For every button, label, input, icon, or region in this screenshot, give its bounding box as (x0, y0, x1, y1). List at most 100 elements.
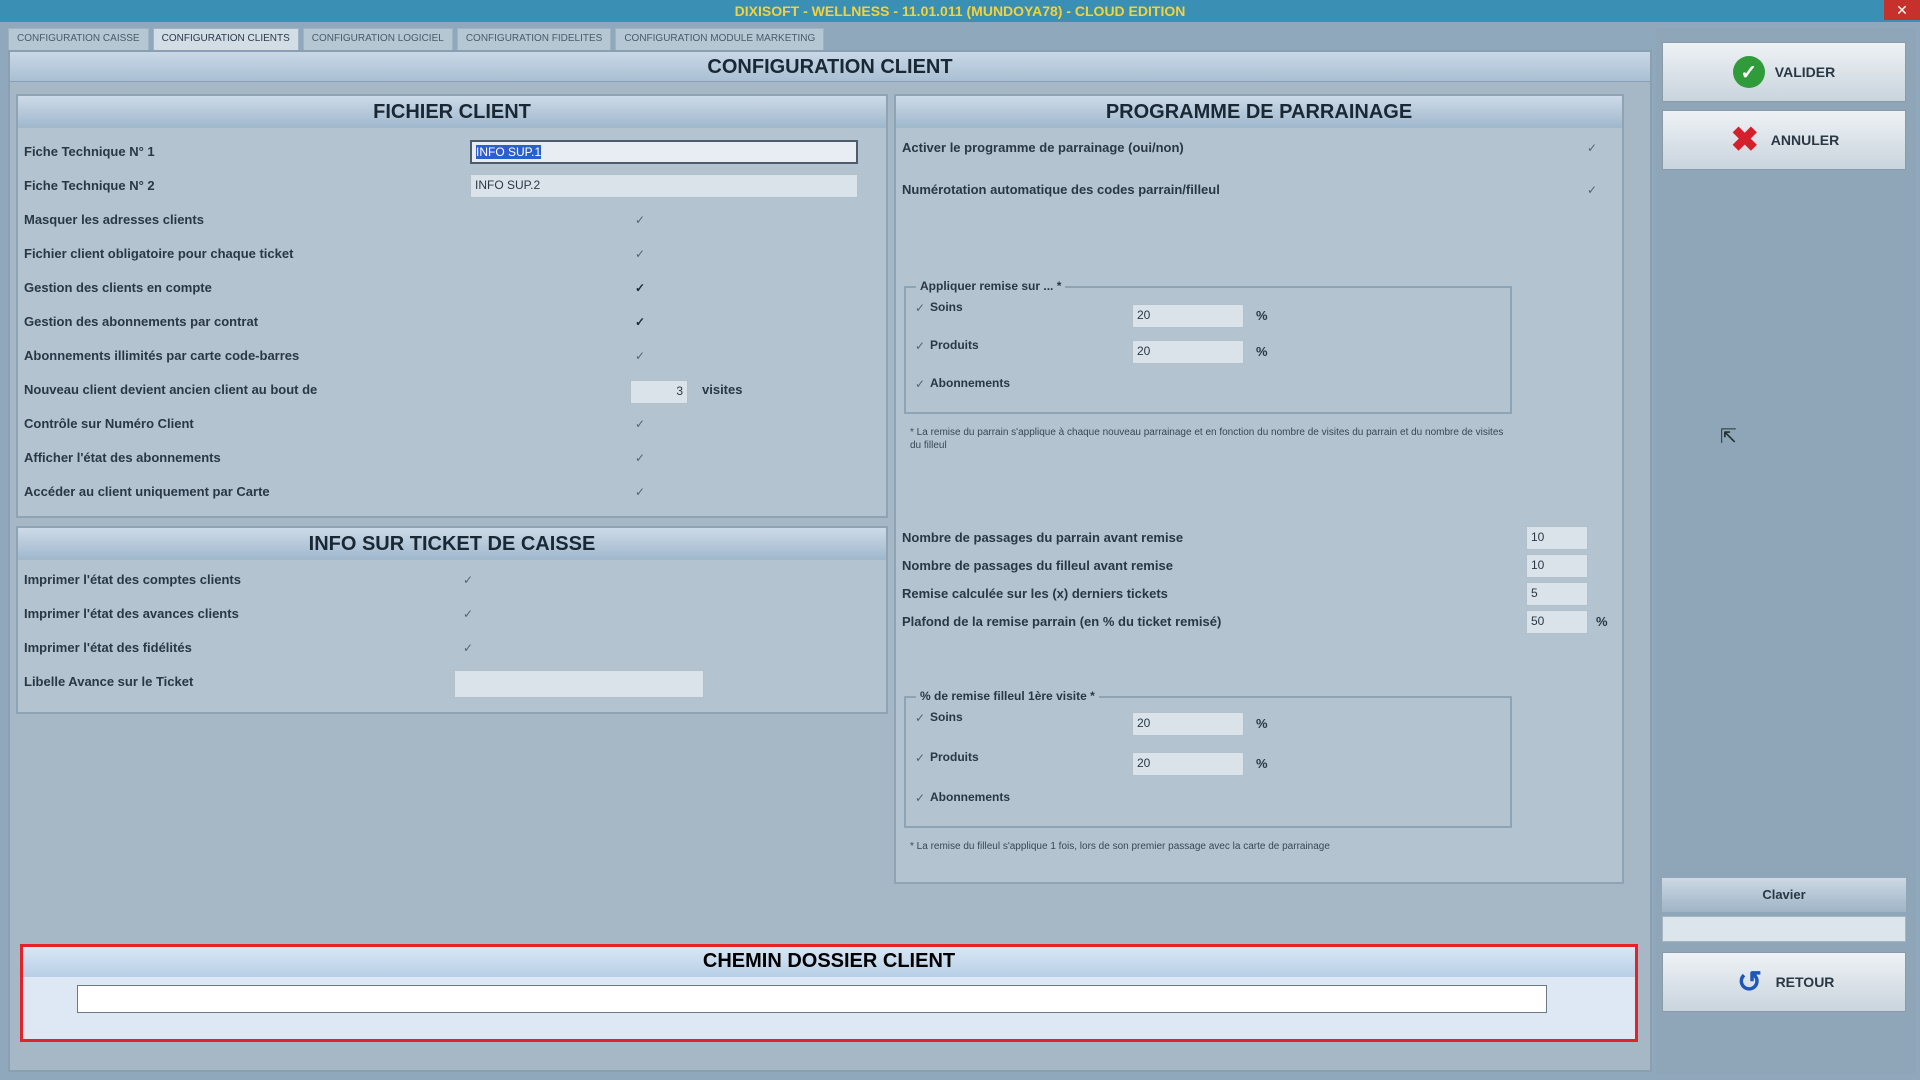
fichier-client-section: FICHIER CLIENT Fiche Technique N° 1 INFO… (16, 94, 888, 518)
plafond-input[interactable]: 50 (1526, 610, 1588, 634)
annuler-button[interactable]: ✖ ANNULER (1662, 110, 1906, 170)
valider-label: VALIDER (1774, 64, 1836, 80)
tab-configuration-fidelites[interactable]: CONFIGURATION FIDELITES (456, 28, 612, 50)
main-panel: CONFIGURATION CLIENT FICHIER CLIENT Fich… (8, 50, 1652, 1072)
window-title-bar: DIXISOFT - WELLNESS - 11.01.011 (MUNDOYA… (0, 0, 1920, 22)
return-arrow-icon: ↺ (1736, 965, 1763, 999)
window-close-button[interactable]: ✕ (1884, 0, 1920, 20)
tab-configuration-module-marketing[interactable]: CONFIGURATION MODULE MARKETING (615, 28, 825, 50)
fidelites-checkbox[interactable]: ✓ (462, 642, 474, 654)
masquer-label: Masquer les adresses clients (24, 212, 204, 227)
visites-label: visites (702, 382, 743, 397)
remise-abonnements-checkbox[interactable]: ✓ (914, 378, 926, 390)
activer-checkbox[interactable]: ✓ (1586, 142, 1598, 154)
fiche2-label: Fiche Technique N° 2 (24, 178, 155, 193)
retour-label: RETOUR (1775, 974, 1835, 990)
remise-calculee-input[interactable]: 5 (1526, 582, 1588, 606)
fidelites-label: Imprimer l'état des fidélités (24, 640, 192, 655)
fiche1-label: Fiche Technique N° 1 (24, 144, 155, 159)
gestion-compte-label: Gestion des clients en compte (24, 280, 212, 295)
obligatoire-label: Fichier client obligatoire pour chaque t… (24, 246, 294, 261)
clavier-input[interactable] (1662, 916, 1906, 942)
filleul-produits-percent: % (1256, 756, 1268, 771)
fiche1-value: INFO SUP.1 (476, 145, 542, 159)
filleul-abonnements-checkbox[interactable]: ✓ (914, 792, 926, 804)
valider-button[interactable]: ✓ VALIDER (1662, 42, 1906, 102)
parrainage-heading: PROGRAMME DE PARRAINAGE (896, 96, 1622, 128)
filleul-soins-input[interactable]: 20 (1132, 712, 1244, 736)
controle-checkbox[interactable]: ✓ (634, 418, 646, 430)
filleul-soins-percent: % (1256, 716, 1268, 731)
fiche1-input[interactable]: INFO SUP.1 (470, 140, 858, 164)
activer-label: Activer le programme de parrainage (oui/… (902, 140, 1184, 155)
passages-filleul-input[interactable]: 10 (1526, 554, 1588, 578)
tab-configuration-clients[interactable]: CONFIGURATION CLIENTS (152, 28, 299, 50)
gestion-compte-checkbox[interactable]: ✓ (634, 282, 646, 294)
remise-abonnements-label: Abonnements (930, 376, 1011, 390)
remise-group: Appliquer remise sur ... * ✓ Soins 20 % … (904, 279, 1512, 414)
passages-parrain-label: Nombre de passages du parrain avant remi… (902, 530, 1184, 545)
remise-produits-checkbox[interactable]: ✓ (914, 340, 926, 352)
retour-button[interactable]: ↺ RETOUR (1662, 952, 1906, 1012)
remise-group-label: Appliquer remise sur ... * (916, 279, 1066, 293)
checkmark-icon: ✓ (1732, 56, 1765, 88)
filleul-soins-checkbox[interactable]: ✓ (914, 712, 926, 724)
mouse-cursor-icon: ⇱ (1720, 426, 1737, 448)
window-title: DIXISOFT - WELLNESS - 11.01.011 (MUNDOYA… (734, 3, 1186, 19)
avances-label: Imprimer l'état des avances clients (24, 606, 239, 621)
annuler-label: ANNULER (1770, 132, 1840, 148)
filleul-group-label: % de remise filleul 1ère visite * (916, 689, 1099, 703)
afficher-label: Afficher l'état des abonnements (24, 450, 221, 465)
filleul-produits-label: Produits (930, 750, 979, 764)
clavier-heading: Clavier (1662, 878, 1906, 912)
remise-soins-percent: % (1256, 308, 1268, 323)
comptes-checkbox[interactable]: ✓ (462, 574, 474, 586)
fiche2-input[interactable]: INFO SUP.2 (470, 174, 858, 198)
libelle-input[interactable] (454, 670, 704, 698)
filleul-soins-label: Soins (930, 710, 963, 724)
parrainage-section: PROGRAMME DE PARRAINAGE Activer le progr… (894, 94, 1624, 884)
filleul-produits-checkbox[interactable]: ✓ (914, 752, 926, 764)
remise-produits-percent: % (1256, 344, 1268, 359)
filleul-abonnements-label: Abonnements (930, 790, 1011, 804)
ticket-section: INFO SUR TICKET DE CAISSE Imprimer l'éta… (16, 526, 888, 714)
abonnements-illimites-checkbox[interactable]: ✓ (634, 350, 646, 362)
avances-checkbox[interactable]: ✓ (462, 608, 474, 620)
acceder-label: Accéder au client uniquement par Carte (24, 484, 270, 499)
fichier-client-heading: FICHIER CLIENT (18, 96, 886, 128)
filleul-produits-input[interactable]: 20 (1132, 752, 1244, 776)
gestion-abonnements-checkbox[interactable]: ✓ (634, 316, 646, 328)
chemin-heading: CHEMIN DOSSIER CLIENT (23, 947, 1635, 977)
page-title: CONFIGURATION CLIENT (10, 52, 1650, 82)
chemin-dossier-client-section: CHEMIN DOSSIER CLIENT (20, 944, 1638, 1042)
filleul-note: * La remise du filleul s'applique 1 fois… (910, 841, 1330, 852)
side-panel: ✓ VALIDER ✖ ANNULER Clavier ↺ RETOUR (1656, 28, 1916, 1074)
nouveau-client-label: Nouveau client devient ancien client au … (24, 382, 318, 397)
remise-soins-checkbox[interactable]: ✓ (914, 302, 926, 314)
remise-produits-label: Produits (930, 338, 979, 352)
plafond-percent: % (1596, 614, 1608, 629)
cross-icon: ✖ (1730, 121, 1760, 159)
masquer-checkbox[interactable]: ✓ (634, 214, 646, 226)
afficher-checkbox[interactable]: ✓ (634, 452, 646, 464)
gestion-abonnements-label: Gestion des abonnements par contrat (24, 314, 259, 329)
passages-parrain-input[interactable]: 10 (1526, 526, 1588, 550)
tab-configuration-caisse[interactable]: CONFIGURATION CAISSE (8, 28, 149, 50)
passages-filleul-label: Nombre de passages du filleul avant remi… (902, 558, 1173, 573)
tab-bar: CONFIGURATION CAISSE CONFIGURATION CLIEN… (8, 28, 825, 50)
controle-label: Contrôle sur Numéro Client (24, 416, 194, 431)
remise-calculee-label: Remise calculée sur les (x) derniers tic… (902, 586, 1168, 601)
remise-soins-input[interactable]: 20 (1132, 304, 1244, 328)
ticket-heading: INFO SUR TICKET DE CAISSE (18, 528, 886, 560)
filleul-group: % de remise filleul 1ère visite * ✓ Soin… (904, 689, 1512, 828)
nouveau-client-input[interactable]: 3 (630, 380, 688, 404)
chemin-input[interactable] (77, 985, 1547, 1013)
acceder-checkbox[interactable]: ✓ (634, 486, 646, 498)
plafond-label: Plafond de la remise parrain (en % du ti… (902, 614, 1222, 629)
obligatoire-checkbox[interactable]: ✓ (634, 248, 646, 260)
libelle-label: Libelle Avance sur le Ticket (24, 674, 194, 689)
numerotation-checkbox[interactable]: ✓ (1586, 184, 1598, 196)
remise-produits-input[interactable]: 20 (1132, 340, 1244, 364)
abonnements-illimites-label: Abonnements illimités par carte code-bar… (24, 348, 300, 363)
tab-configuration-logiciel[interactable]: CONFIGURATION LOGICIEL (302, 28, 453, 50)
